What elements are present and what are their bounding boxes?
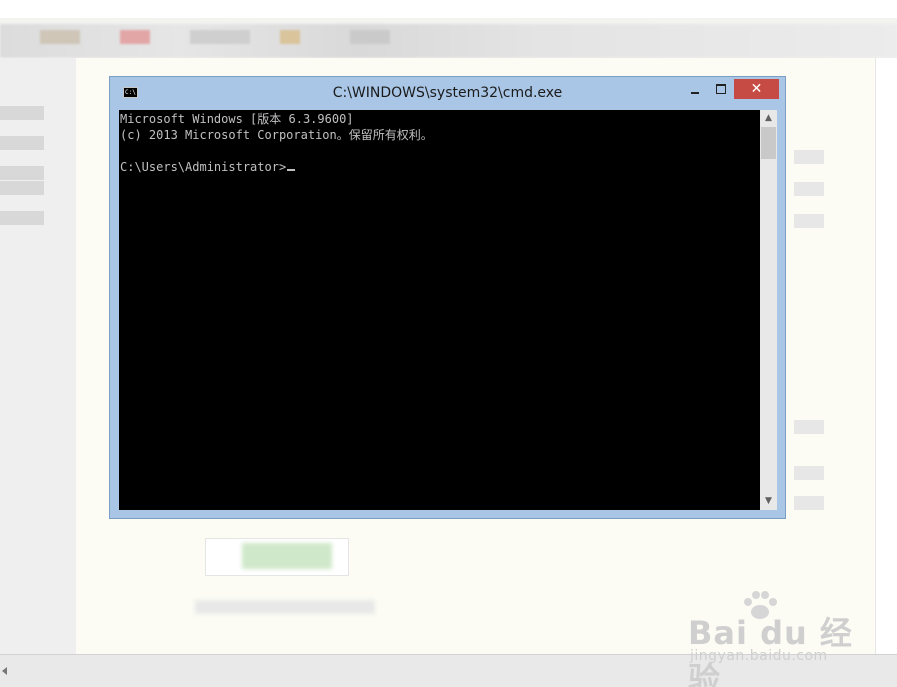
background-blurred-toolbar [0,24,897,58]
background-left-panel [0,58,76,654]
maximize-button[interactable] [708,79,734,99]
console-output[interactable]: Microsoft Windows [版本 6.3.9600] (c) 2013… [119,110,760,510]
text-cursor [287,169,296,171]
baidu-watermark: Bai du 经验 jingyan.baidu.com [688,590,858,687]
console-prompt-line[interactable]: C:\Users\Administrator> [120,159,296,175]
title-bar[interactable]: C:\WINDOWS\system32\cmd.exe C:\ ✕ [110,77,785,108]
background-right-panel [875,58,897,654]
background-blurred-button [205,538,349,576]
vertical-scrollbar[interactable]: ▲ ▼ [760,110,777,510]
baidu-url-text: jingyan.baidu.com [690,648,828,664]
minimize-button[interactable] [682,79,708,99]
scroll-up-arrow-icon[interactable]: ▲ [760,110,777,127]
cmd-window[interactable]: C:\WINDOWS\system32\cmd.exe C:\ ✕ Micros… [109,76,786,519]
scroll-left-arrow-icon[interactable] [2,667,7,675]
background-top-bar [0,0,897,18]
scrollbar-thumb[interactable] [761,127,776,159]
close-button[interactable]: ✕ [734,79,779,99]
close-icon: ✕ [750,81,763,97]
scroll-down-arrow-icon[interactable]: ▼ [760,493,777,510]
background-blurred-text [195,600,375,614]
cmd-app-icon[interactable]: C:\ [123,87,138,98]
console-prompt: C:\Users\Administrator> [120,160,287,174]
minimize-icon [691,92,699,94]
maximize-icon [716,84,726,94]
console-line-version: Microsoft Windows [版本 6.3.9600] [120,112,354,126]
console-line-copyright: (c) 2013 Microsoft Corporation。保留所有权利。 [120,128,433,142]
